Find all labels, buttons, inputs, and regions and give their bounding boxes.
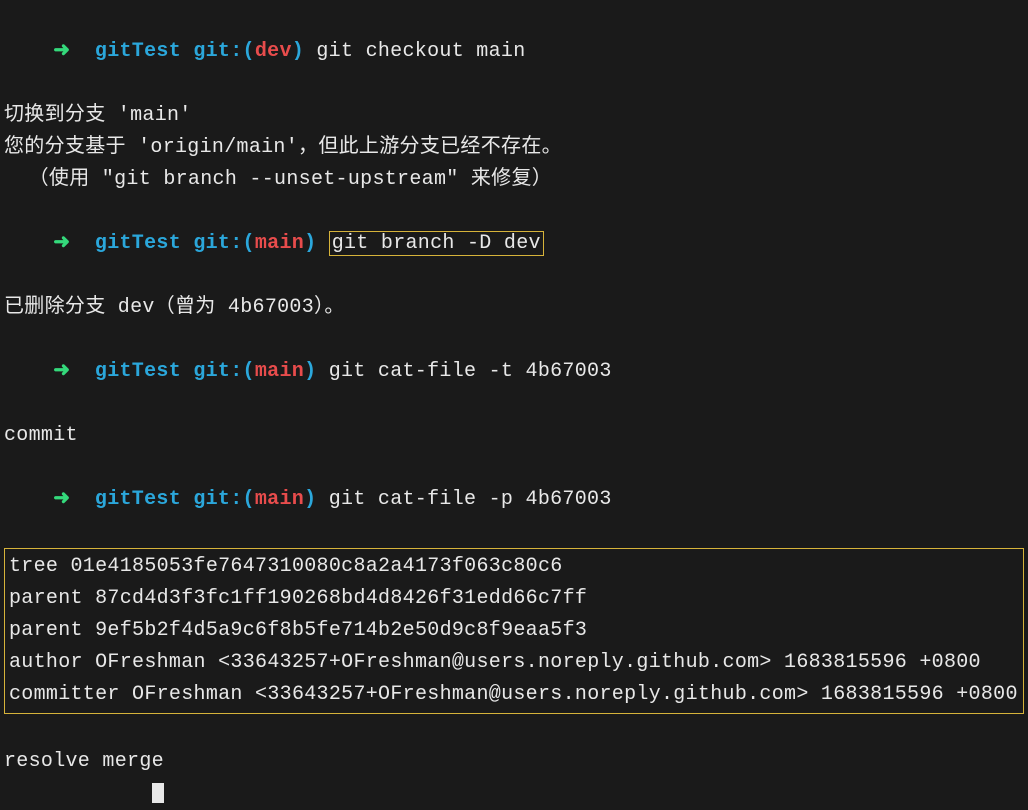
git-prefix: git:( (193, 40, 255, 63)
prompt-line-4: ➜ gitTest git:(main) git cat-file -p 4b6… (4, 452, 1024, 548)
output-line: author OFreshman <33643257+OFreshman@use… (9, 647, 1019, 679)
blank-line (4, 714, 1024, 746)
terminal[interactable]: ➜ gitTest git:(dev) git checkout main 切换… (4, 4, 1024, 810)
branch-name: dev (255, 40, 292, 63)
output-line: tree 01e4185053fe7647310080c8a2a4173f063… (9, 551, 1019, 583)
prompt-line-2: ➜ gitTest git:(main) git branch -D dev (4, 196, 1024, 292)
output-line: （使用 "git branch --unset-upstream" 来修复） (4, 164, 1024, 196)
terminal-cursor-icon (152, 783, 164, 803)
output-line: parent 9ef5b2f4d5a9c6f8b5fe714b2e50d9c8f… (9, 615, 1019, 647)
folder-name: gitTest (95, 40, 181, 63)
git-suffix: ) (292, 40, 304, 63)
prompt-line-1: ➜ gitTest git:(dev) git checkout main (4, 4, 1024, 100)
git-suffix: ) (304, 232, 316, 255)
git-suffix: ) (304, 360, 316, 383)
branch-name: main (255, 360, 304, 383)
folder-name: gitTest (95, 488, 181, 511)
folder-name: gitTest (95, 360, 181, 383)
prompt-line-3: ➜ gitTest git:(main) git cat-file -t 4b6… (4, 324, 1024, 420)
folder-name: gitTest (95, 232, 181, 255)
git-prefix: git:( (193, 488, 255, 511)
output-line: parent 87cd4d3f3fc1ff190268bd4d8426f31ed… (9, 583, 1019, 615)
branch-name: main (255, 232, 304, 255)
command-text: git cat-file -p 4b67003 (329, 488, 612, 511)
arrow-icon: ➜ (53, 488, 70, 511)
command-text: git checkout main (316, 40, 525, 63)
output-line: 切换到分支 'main' (4, 100, 1024, 132)
highlighted-output-block: tree 01e4185053fe7647310080c8a2a4173f063… (4, 548, 1024, 714)
output-line: 您的分支基于 'origin/main'，但此上游分支已经不存在。 (4, 132, 1024, 164)
arrow-icon: ➜ (53, 232, 70, 255)
git-suffix: ) (304, 488, 316, 511)
branch-name: main (255, 488, 304, 511)
arrow-icon: ➜ (53, 360, 70, 383)
arrow-icon: ➜ (53, 40, 70, 63)
output-line: 已删除分支 dev（曾为 4b67003）。 (4, 292, 1024, 324)
output-line: resolve merge (4, 746, 1024, 778)
git-prefix: git:( (193, 360, 255, 383)
output-line: committer OFreshman <33643257+OFreshman@… (9, 679, 1019, 711)
cursor-line (4, 778, 1024, 810)
output-line: commit (4, 420, 1024, 452)
command-text: git cat-file -t 4b67003 (329, 360, 612, 383)
highlighted-command: git branch -D dev (329, 231, 544, 256)
git-prefix: git:( (193, 232, 255, 255)
